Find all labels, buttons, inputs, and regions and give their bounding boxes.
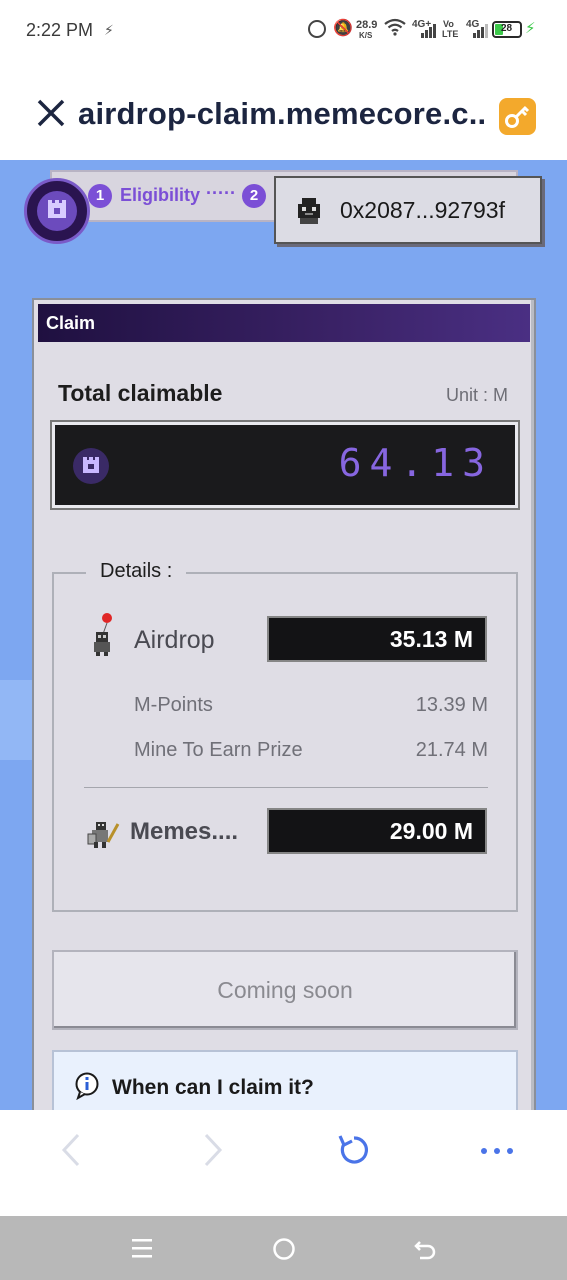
memes-value: 29.00 M [267,808,487,854]
browser-bottom-nav [0,1110,567,1216]
claim-card: Claim Total claimable Unit : M 64.13 Det… [32,298,536,1110]
memecore-token-icon [73,448,109,484]
pixel-avatar-icon [292,194,326,233]
key-icon [505,105,530,128]
charging-icon: ⚡ [525,20,536,37]
mine-to-earn-value: 21.74 M [415,739,488,761]
details-divider [84,787,488,788]
claim-title: Claim [46,313,96,333]
faq-item[interactable]: When can I claim it? [52,1050,518,1110]
url-text[interactable]: airdrop-claim.memecore.c.. [78,96,486,132]
battery-icon: 28 [492,21,522,38]
mpoints-value: 13.39 M [415,694,488,716]
chevron-left-icon[interactable] [58,1132,84,1173]
logo-inner [37,191,77,231]
recents-icon[interactable] [130,1236,154,1265]
step-dots: ····· [206,183,236,203]
total-claimable-label: Total claimable [58,380,223,406]
memecore-logo [24,178,90,244]
step-2-number: 2 [242,184,266,208]
status-bar: 2:22 PM ⚡ 🔕 28.9 K/S 4G+ Vo LTE 4G 28 ⚡ [0,0,567,62]
memes-label: Memes.... [130,818,239,845]
step-1-label: Eligibility [120,185,201,205]
wallet-button[interactable]: 0x2087...92793f [274,176,542,244]
signal-icon-1 [420,22,436,43]
pixel-backdrop [0,680,32,760]
volte-top: Vo [443,19,454,29]
mute-icon: 🔕 [333,20,353,37]
alarm-icon [308,20,326,38]
close-icon[interactable] [34,96,68,130]
step-1-number: 1 [88,184,112,208]
page-content: 1 Eligibility ····· 2 0x2087...92793f Cl… [0,160,567,1110]
speed-value: 28.9 [356,19,378,31]
key-button[interactable] [499,98,536,135]
status-time: 2:22 PM [26,20,94,40]
airdrop-label: Airdrop [134,626,215,654]
wifi-icon [384,18,406,41]
more-icon[interactable] [480,1144,514,1162]
chevron-right-icon[interactable] [200,1132,226,1173]
mpoints-label: M-Points [134,694,213,716]
airdrop-value: 35.13 M [267,616,487,662]
total-claimable-value: 64.13 [338,441,493,485]
coming-soon-button[interactable]: Coming soon [52,950,518,1030]
details-section: Details : Airdrop 35.13 M M-Points 13.39… [52,560,518,912]
battery-level: 28 [501,23,513,34]
back-icon[interactable] [412,1236,438,1267]
unit-label: Unit : M [446,385,509,405]
reload-icon[interactable] [336,1132,372,1173]
total-claimable-display: 64.13 [50,420,520,510]
wallet-address: 0x2087...92793f [340,197,505,223]
details-legend: Details : [86,560,187,583]
mine-to-earn-label: Mine To Earn Prize [134,739,303,761]
home-icon[interactable] [271,1236,297,1267]
flash-icon: ⚡ [104,22,114,38]
volte-bottom: LTE [442,29,459,39]
signal-icon-2 [472,22,488,43]
system-nav-bar [0,1216,567,1280]
claim-title-bar: Claim [38,304,530,342]
faq-question: When can I claim it? [112,1076,314,1099]
speed-unit: K/S [359,31,373,40]
airdrop-icon [90,612,116,663]
memes-icon [84,816,120,857]
info-icon [74,1072,100,1105]
